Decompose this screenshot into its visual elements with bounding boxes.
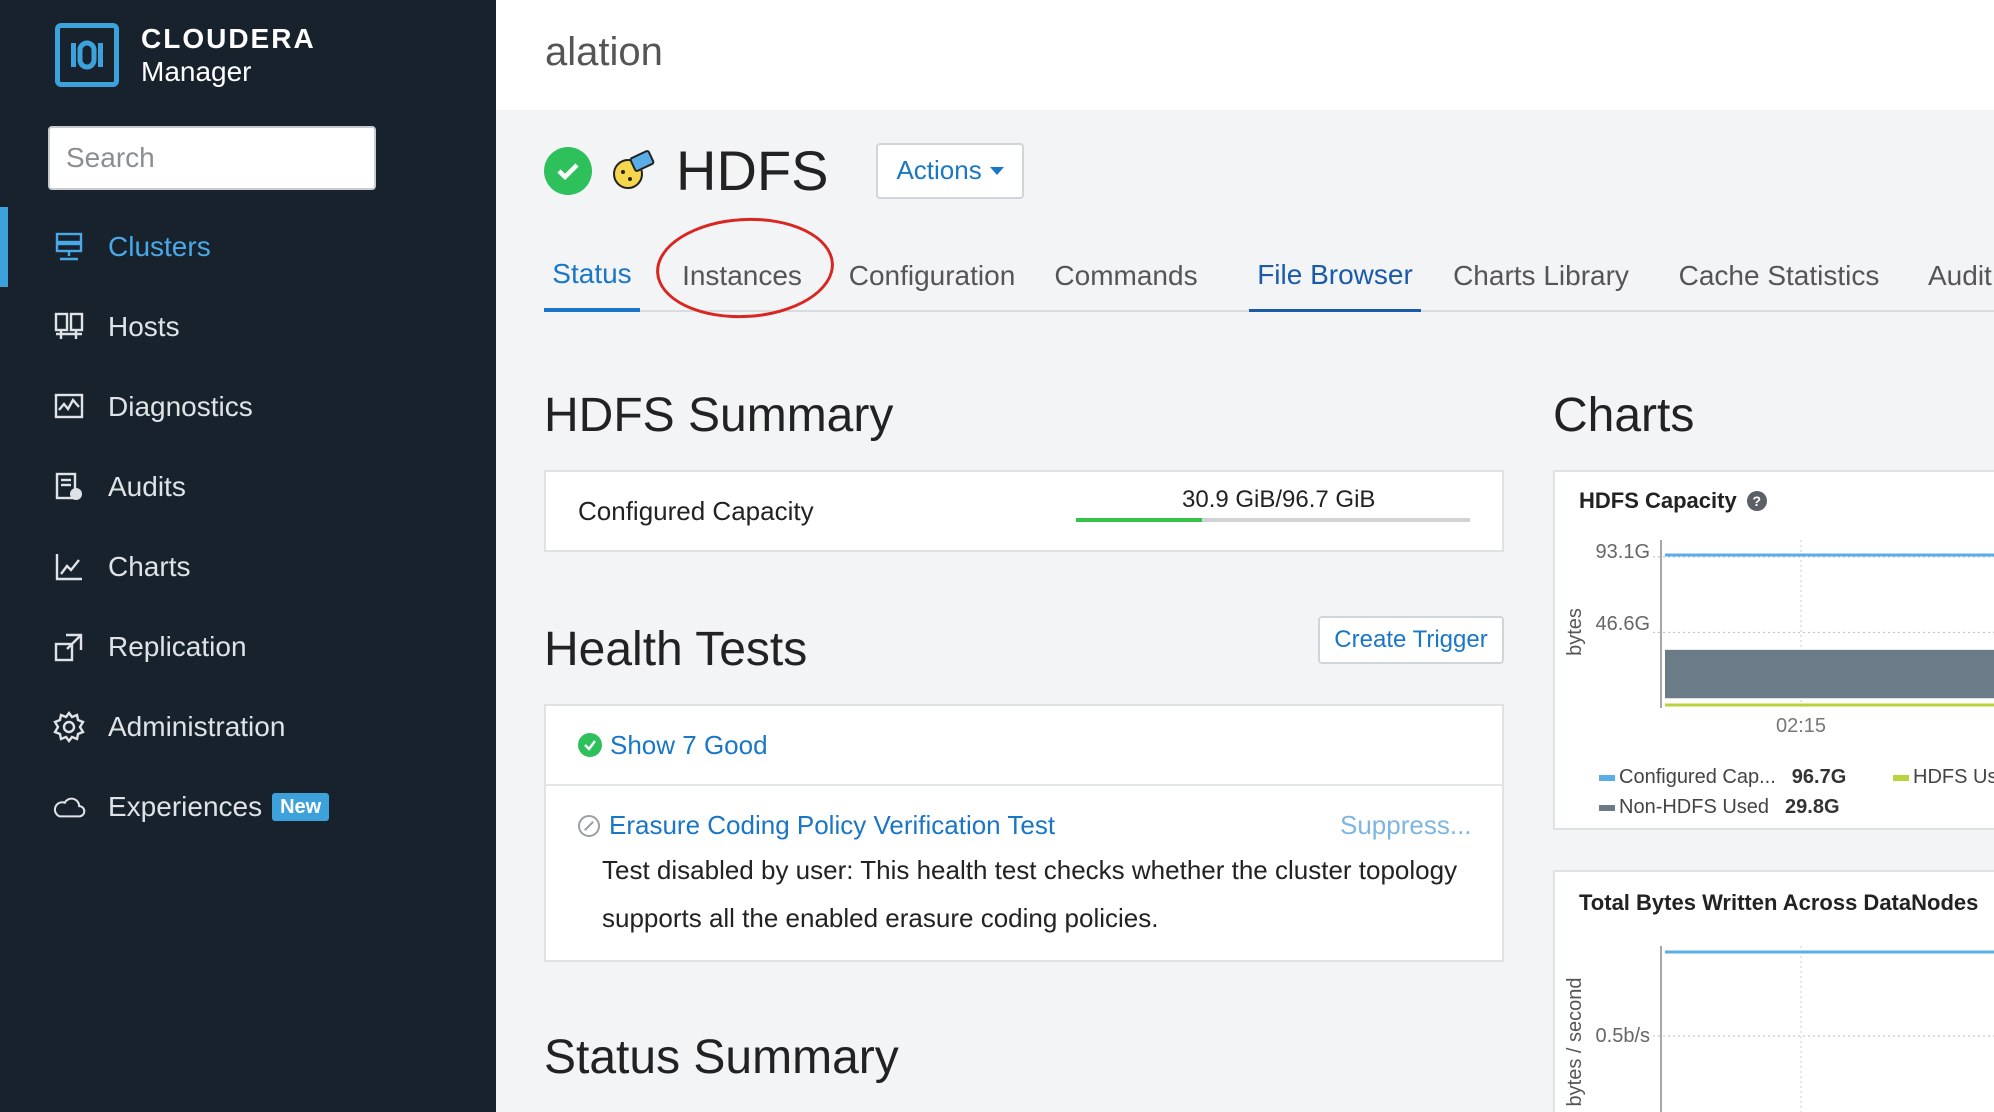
cloudera-logo-icon	[55, 23, 119, 87]
legend-label: HDFS Us	[1913, 766, 1994, 788]
cluster-name[interactable]: alation	[545, 30, 663, 75]
sidebar-item-administration[interactable]: Administration	[0, 687, 496, 767]
tab-file-browser[interactable]: File Browser	[1249, 240, 1421, 312]
actions-dropdown-button[interactable]: Actions	[876, 142, 1024, 199]
caret-down-icon	[989, 166, 1004, 175]
suppress-link[interactable]: Suppress...	[1340, 810, 1472, 841]
tab-instances[interactable]: Instances	[668, 240, 816, 312]
sidebar-item-label: Audits	[108, 471, 186, 502]
replication-icon	[52, 630, 86, 664]
hdfs-capacity-chart-card: HDFS Capacity ? bytes 93.1G 46.6G 02:15 …	[1553, 470, 1994, 830]
service-title: HDFS	[676, 139, 829, 202]
sidebar: CLOUDERA Manager Clusters Hosts	[0, 0, 496, 1112]
brand[interactable]: CLOUDERA Manager	[55, 22, 316, 88]
bytes-written-chart[interactable]: bytes / second 0.5b/s	[1555, 932, 1994, 1112]
service-header: HDFS Actions	[544, 138, 1024, 203]
charts-icon	[52, 550, 86, 584]
tab-audit[interactable]: Audit	[1928, 240, 1994, 312]
sidebar-item-clusters[interactable]: Clusters	[0, 207, 496, 287]
hosts-icon	[52, 310, 86, 344]
tab-configuration[interactable]: Configuration	[844, 240, 1020, 312]
hdfs-capacity-chart[interactable]: bytes 93.1G 46.6G 02:15	[1555, 532, 1994, 792]
health-test-link[interactable]: Erasure Coding Policy Verification Test	[609, 810, 1055, 841]
sidebar-item-replication[interactable]: Replication	[0, 607, 496, 687]
legend-swatch	[1599, 804, 1615, 811]
sidebar-item-label: Hosts	[108, 311, 180, 342]
bytes-written-chart-title: Total Bytes Written Across DataNodes	[1579, 890, 1978, 916]
top-header: alation	[496, 0, 1994, 110]
capacity-progress-fill	[1076, 518, 1203, 522]
check-circle-icon	[578, 733, 602, 757]
legend-swatch	[1893, 774, 1909, 781]
y-tick-label: 46.6G	[1596, 613, 1650, 635]
health-test-description: Test disabled by user: This health test …	[602, 855, 1458, 933]
service-tabs: Status Instances Configuration Commands …	[544, 240, 1994, 312]
gear-icon	[52, 710, 86, 744]
search-input[interactable]	[48, 126, 376, 190]
x-tick-label: 02:15	[1776, 715, 1826, 737]
legend-label: Configured Cap...	[1619, 766, 1776, 788]
y-axis-label: bytes / second	[1564, 978, 1586, 1107]
status-summary-title: Status Summary	[544, 1031, 899, 1084]
legend-label: Non-HDFS Used	[1619, 796, 1770, 818]
charts-title: Charts	[1553, 389, 1695, 442]
actions-label: Actions	[896, 155, 982, 185]
status-good-icon	[544, 146, 592, 195]
tab-charts-library[interactable]: Charts Library	[1453, 240, 1629, 312]
brand-name: CLOUDERA	[141, 23, 316, 54]
tab-cache-statistics[interactable]: Cache Statistics	[1676, 240, 1882, 312]
create-trigger-button[interactable]: Create Trigger	[1318, 616, 1504, 664]
sidebar-item-charts[interactable]: Charts	[0, 527, 496, 607]
tab-status[interactable]: Status	[544, 240, 640, 312]
sidebar-item-hosts[interactable]: Hosts	[0, 287, 496, 367]
sidebar-item-label: Diagnostics	[108, 391, 253, 422]
sidebar-item-label: Experiences	[108, 791, 263, 822]
health-tests-card: Show 7 Good Erasure Coding Policy Verifi…	[544, 704, 1504, 962]
show-good-row: Show 7 Good	[546, 706, 1502, 786]
hdfs-summary-title: HDFS Summary	[544, 389, 894, 442]
configured-capacity-label: Configured Capacity	[578, 496, 814, 526]
sidebar-item-experiences[interactable]: Experiences New	[0, 767, 496, 847]
cloud-icon	[52, 790, 86, 824]
legend-value: 29.8G	[1785, 796, 1840, 818]
legend-swatch	[1599, 774, 1615, 781]
sidebar-item-label: Administration	[108, 711, 286, 742]
help-icon[interactable]: ?	[1746, 491, 1767, 511]
disabled-icon	[578, 814, 600, 837]
chart-title-text: Total Bytes Written Across DataNodes	[1579, 890, 1979, 915]
sidebar-item-audits[interactable]: Audits	[0, 447, 496, 527]
health-test-row: Erasure Coding Policy Verification Test	[578, 810, 1055, 841]
area-non-hdfs-used	[1665, 649, 1994, 699]
audits-icon	[52, 470, 86, 504]
sidebar-item-label: Clusters	[108, 231, 211, 262]
capacity-progress-bar	[1076, 518, 1470, 522]
y-axis-label: bytes	[1564, 608, 1586, 656]
chart-title-text: HDFS Capacity	[1579, 488, 1737, 513]
y-tick-label: 0.5b/s	[1596, 1025, 1650, 1047]
legend-item-hdfs-used: HDFS Us	[1893, 766, 1994, 789]
sidebar-item-diagnostics[interactable]: Diagnostics	[0, 367, 496, 447]
tab-commands[interactable]: Commands	[1052, 240, 1200, 312]
legend-item-configured: Configured Cap... 96.7G	[1599, 766, 1846, 789]
hdfs-elephant-icon	[608, 146, 658, 196]
sidebar-nav: Clusters Hosts Diagnostics Audits Charts…	[0, 207, 496, 847]
summary-card: Configured Capacity 30.9 GiB/96.7 GiB	[544, 470, 1504, 552]
bytes-written-chart-card: Total Bytes Written Across DataNodes byt…	[1553, 870, 1994, 1112]
legend-value: 96.7G	[1791, 766, 1847, 788]
legend-item-non-hdfs: Non-HDFS Used 29.8G	[1599, 796, 1840, 819]
brand-product: Manager	[141, 56, 252, 87]
sidebar-item-label: Replication	[108, 631, 247, 662]
new-badge: New	[272, 793, 330, 821]
health-tests-title: Health Tests	[544, 623, 808, 676]
show-good-link[interactable]: Show 7 Good	[610, 730, 768, 761]
y-tick-label: 93.1G	[1596, 541, 1650, 563]
diagnostics-icon	[52, 390, 86, 424]
hdfs-capacity-chart-title: HDFS Capacity ?	[1579, 488, 1767, 514]
configured-capacity-value: 30.9 GiB/96.7 GiB	[1182, 486, 1376, 513]
sidebar-item-label: Charts	[108, 551, 191, 582]
clusters-icon	[52, 230, 86, 264]
